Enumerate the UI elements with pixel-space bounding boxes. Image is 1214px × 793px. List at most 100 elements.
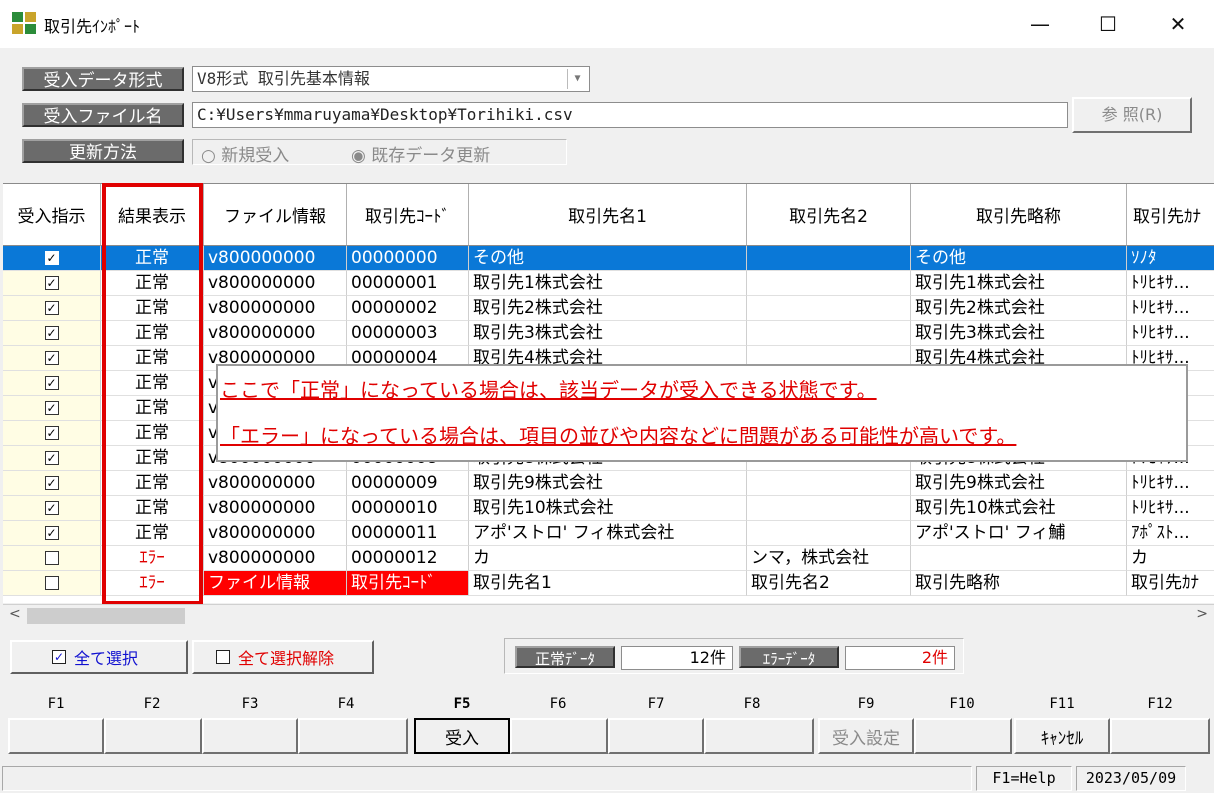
horizontal-scrollbar[interactable]: < >: [3, 604, 1214, 626]
import-checkbox-cell[interactable]: [3, 546, 101, 571]
checkbox-checked-icon[interactable]: ✓: [44, 451, 59, 465]
f12-button[interactable]: [1110, 718, 1210, 754]
checkbox-empty-icon[interactable]: [44, 551, 59, 565]
cell-res: ｴﾗｰ: [101, 546, 204, 571]
import-checkbox-cell[interactable]: ✓: [3, 521, 101, 546]
chevron-down-icon[interactable]: ▼: [567, 69, 587, 89]
col-header-kana[interactable]: 取引先ｶﾅ: [1127, 184, 1214, 246]
table-row[interactable]: ✓ 正常 v800000000 00000011 アポ'ストロ' フィ株式会社 アポ'スト…: [3, 521, 1214, 546]
cell-abbr: 取引先3株式会社: [911, 321, 1127, 346]
checkbox-checked-icon[interactable]: ✓: [44, 501, 59, 515]
table-row[interactable]: ✓ 正常 v800000000 00000009 取引先9株式会社 取引先9株式会社 ﾄﾘﾋ…: [3, 471, 1214, 496]
import-checkbox-cell[interactable]: ✓: [3, 396, 101, 421]
cell-kana: ﾄﾘﾋｷｻ...: [1127, 271, 1214, 296]
f11-cancel-button[interactable]: ｷｬﾝｾﾙ: [1014, 718, 1110, 754]
scroll-right-icon[interactable]: >: [1196, 606, 1208, 622]
checkbox-checked-icon[interactable]: ✓: [44, 276, 59, 290]
import-checkbox-cell[interactable]: ✓: [3, 421, 101, 446]
format-label: 受入データ形式: [22, 67, 184, 91]
table-row[interactable]: ｴﾗｰ ファイル情報 取引先ｺｰﾄﾞ 取引先名1 取引先名2 取引先略称 取引先ｶﾅ: [3, 571, 1214, 596]
cell-code: 00000002: [347, 296, 469, 321]
table-row[interactable]: ✓ 正常 v800000000 00000002 取引先2株式会社 取引先2株式会社 ﾄﾘﾋ…: [3, 296, 1214, 321]
cell-res: 正常: [101, 296, 204, 321]
minimize-button[interactable]: —: [1010, 0, 1070, 48]
import-checkbox-cell[interactable]: ✓: [3, 271, 101, 296]
scroll-thumb[interactable]: [27, 608, 185, 624]
cell-abbr: 取引先2株式会社: [911, 296, 1127, 321]
status-date: 2023/05/09: [1076, 766, 1186, 791]
annotation-callout: ここで「正常」になっている場合は、該当データが受入できる状態です。 「エラー」に…: [216, 364, 1188, 462]
error-data-count: 2件: [845, 646, 955, 670]
col-header-file-info[interactable]: ファイル情報: [204, 184, 347, 246]
import-checkbox-cell[interactable]: ✓: [3, 321, 101, 346]
checkbox-checked-icon[interactable]: ✓: [44, 351, 59, 365]
update-method-group: ○ 新規受入 ◉ 既存データ更新: [192, 139, 567, 166]
col-header-abbr[interactable]: 取引先略称: [911, 184, 1127, 246]
checkbox-checked-icon[interactable]: ✓: [44, 251, 59, 265]
f3-button[interactable]: [202, 718, 298, 754]
table-row[interactable]: ｴﾗｰ v800000000 00000012 カンマ，株式会社カ: [3, 546, 1214, 571]
table-row[interactable]: ✓ 正常 v800000000 00000003 取引先3株式会社 取引先3株式会社 ﾄﾘﾋ…: [3, 321, 1214, 346]
select-all-button[interactable]: ✓ 全て選択: [10, 640, 188, 674]
f4-button[interactable]: [298, 718, 408, 754]
cell-name1: 取引先3株式会社: [469, 321, 747, 346]
col-header-result[interactable]: 結果表示: [101, 184, 204, 246]
table-row[interactable]: ✓ 正常 v800000000 00000001 取引先1株式会社 取引先1株式会社 ﾄﾘﾋ…: [3, 271, 1214, 296]
checkbox-checked-icon[interactable]: ✓: [44, 526, 59, 540]
checkbox-checked-icon[interactable]: ✓: [44, 376, 59, 390]
checkbox-checked-icon[interactable]: ✓: [44, 401, 59, 415]
import-checkbox-cell[interactable]: [3, 571, 101, 596]
import-checkbox-cell[interactable]: ✓: [3, 496, 101, 521]
f5-import-button[interactable]: 受入: [414, 718, 510, 754]
checkbox-checked-icon[interactable]: ✓: [44, 326, 59, 340]
cell-kana: カ: [1127, 546, 1214, 571]
radio-filled-icon: ◉: [351, 146, 366, 166]
format-dropdown[interactable]: V8形式 取引先基本情報 ▼: [192, 66, 590, 92]
cell-code: 00000011: [347, 521, 469, 546]
scroll-left-icon[interactable]: <: [9, 606, 21, 622]
cell-name2: ンマ，株式会社: [747, 546, 911, 571]
cell-name1: 取引先2株式会社: [469, 296, 747, 321]
import-checkbox-cell[interactable]: ✓: [3, 446, 101, 471]
import-checkbox-cell[interactable]: ✓: [3, 296, 101, 321]
checkbox-empty-icon[interactable]: [44, 576, 59, 590]
col-header-code[interactable]: 取引先ｺｰﾄﾞ: [347, 184, 469, 246]
import-checkbox-cell[interactable]: ✓: [3, 471, 101, 496]
f2-button[interactable]: [104, 718, 202, 754]
f8-button[interactable]: [704, 718, 814, 754]
f7-button[interactable]: [608, 718, 704, 754]
cell-file: v800000000: [204, 296, 347, 321]
checkbox-checked-icon[interactable]: ✓: [44, 476, 59, 490]
cell-code: 00000009: [347, 471, 469, 496]
deselect-all-button[interactable]: 全て選択解除: [192, 640, 374, 674]
fkey-label: F5: [453, 696, 471, 712]
col-header-name1[interactable]: 取引先名1: [469, 184, 747, 246]
import-checkbox-cell[interactable]: ✓: [3, 371, 101, 396]
import-checkbox-cell[interactable]: ✓: [3, 346, 101, 371]
file-path-input[interactable]: C:¥Users¥mmaruyama¥Desktop¥Torihiki.csv: [192, 102, 1068, 128]
f6-button[interactable]: [510, 718, 608, 754]
fkey-label: F10: [949, 696, 975, 712]
cell-file: v800000000: [204, 246, 347, 271]
browse-button[interactable]: 参 照(R): [1072, 97, 1192, 133]
close-button[interactable]: ✕: [1148, 0, 1208, 48]
cell-name2: [747, 496, 911, 521]
table-row[interactable]: ✓ 正常 v800000000 00000000 その他 その他 ｿﾉﾀ: [3, 246, 1214, 271]
f1-button[interactable]: [8, 718, 104, 754]
cell-name1: その他: [469, 246, 747, 271]
col-header-name2[interactable]: 取引先名2: [747, 184, 911, 246]
table-row[interactable]: ✓ 正常 v800000000 00000010 取引先10株式会社 取引先10株式会社ﾄ…: [3, 496, 1214, 521]
radio-update-label: 既存データ更新: [371, 146, 491, 166]
f10-button[interactable]: [914, 718, 1012, 754]
col-header-import[interactable]: 受入指示: [3, 184, 101, 246]
import-checkbox-cell[interactable]: ✓: [3, 246, 101, 271]
cell-name2: [747, 521, 911, 546]
radio-update[interactable]: ◉ 既存データ更新: [351, 141, 490, 166]
maximize-button[interactable]: ☐: [1078, 0, 1138, 48]
radio-new[interactable]: ○ 新規受入: [201, 141, 289, 166]
cell-file: v800000000: [204, 521, 347, 546]
f9-import-settings-button[interactable]: 受入設定: [818, 718, 914, 754]
checkbox-checked-icon[interactable]: ✓: [44, 301, 59, 315]
cell-res: 正常: [101, 321, 204, 346]
checkbox-checked-icon[interactable]: ✓: [44, 426, 59, 440]
